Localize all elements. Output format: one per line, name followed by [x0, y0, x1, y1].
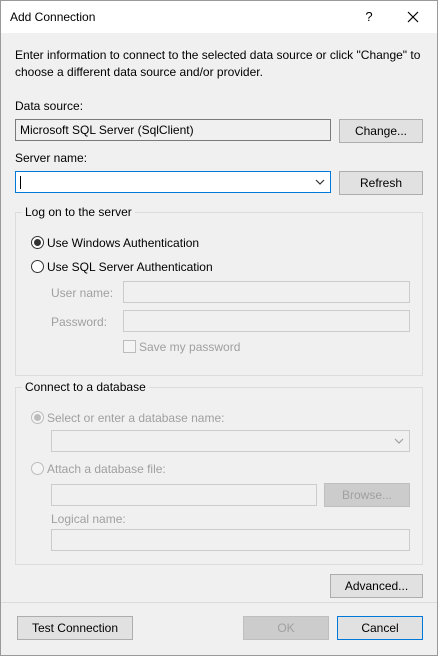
- close-icon: [407, 11, 419, 23]
- ok-button[interactable]: OK: [243, 616, 329, 640]
- refresh-button[interactable]: Refresh: [339, 171, 423, 195]
- logical-name-label: Logical name:: [51, 512, 126, 526]
- footer-separator: [1, 602, 437, 603]
- chevron-down-icon: [315, 179, 325, 185]
- database-name-combobox[interactable]: [51, 430, 410, 452]
- sql-auth-label[interactable]: Use SQL Server Authentication: [47, 260, 213, 274]
- help-button[interactable]: ?: [351, 5, 387, 29]
- change-button[interactable]: Change...: [339, 119, 423, 143]
- browse-button[interactable]: Browse...: [324, 483, 410, 507]
- dialog-title: Add Connection: [10, 10, 96, 24]
- attach-database-label[interactable]: Attach a database file:: [47, 462, 166, 476]
- user-name-label: User name:: [51, 286, 114, 300]
- select-database-radio[interactable]: [31, 411, 44, 424]
- server-name-dropdown-button[interactable]: [312, 173, 329, 191]
- cancel-button[interactable]: Cancel: [337, 616, 423, 640]
- password-input[interactable]: [123, 310, 410, 332]
- sql-auth-radio[interactable]: [31, 260, 44, 273]
- save-password-label[interactable]: Save my password: [139, 340, 240, 354]
- test-connection-button[interactable]: Test Connection: [17, 616, 133, 640]
- server-name-combobox[interactable]: [15, 171, 331, 193]
- text-caret: [20, 176, 21, 189]
- radio-selected-dot: [34, 414, 41, 421]
- advanced-button[interactable]: Advanced...: [330, 574, 423, 598]
- save-password-checkbox[interactable]: [123, 340, 136, 353]
- close-button[interactable]: [395, 5, 431, 29]
- database-name-dropdown-button[interactable]: [391, 432, 408, 450]
- database-group-title: Connect to a database: [22, 380, 149, 394]
- attach-database-radio[interactable]: [31, 462, 44, 475]
- windows-auth-radio[interactable]: [31, 236, 44, 249]
- logon-group-title: Log on to the server: [22, 205, 135, 219]
- user-name-input[interactable]: [123, 281, 410, 303]
- data-source-label: Data source:: [15, 99, 84, 113]
- data-source-field: Microsoft SQL Server (SqlClient): [15, 119, 331, 141]
- select-database-label[interactable]: Select or enter a database name:: [47, 411, 224, 425]
- radio-selected-dot: [34, 239, 41, 246]
- add-connection-dialog: Add Connection ? Enter information to co…: [0, 0, 438, 656]
- title-bar: Add Connection ?: [1, 1, 437, 33]
- server-name-label: Server name:: [15, 151, 88, 165]
- instructions-text: Enter information to connect to the sele…: [15, 48, 421, 79]
- chevron-down-icon: [394, 438, 404, 444]
- windows-auth-label[interactable]: Use Windows Authentication: [47, 236, 199, 250]
- attach-file-input[interactable]: [51, 484, 317, 506]
- password-label: Password:: [51, 315, 108, 329]
- logical-name-input[interactable]: [51, 529, 410, 551]
